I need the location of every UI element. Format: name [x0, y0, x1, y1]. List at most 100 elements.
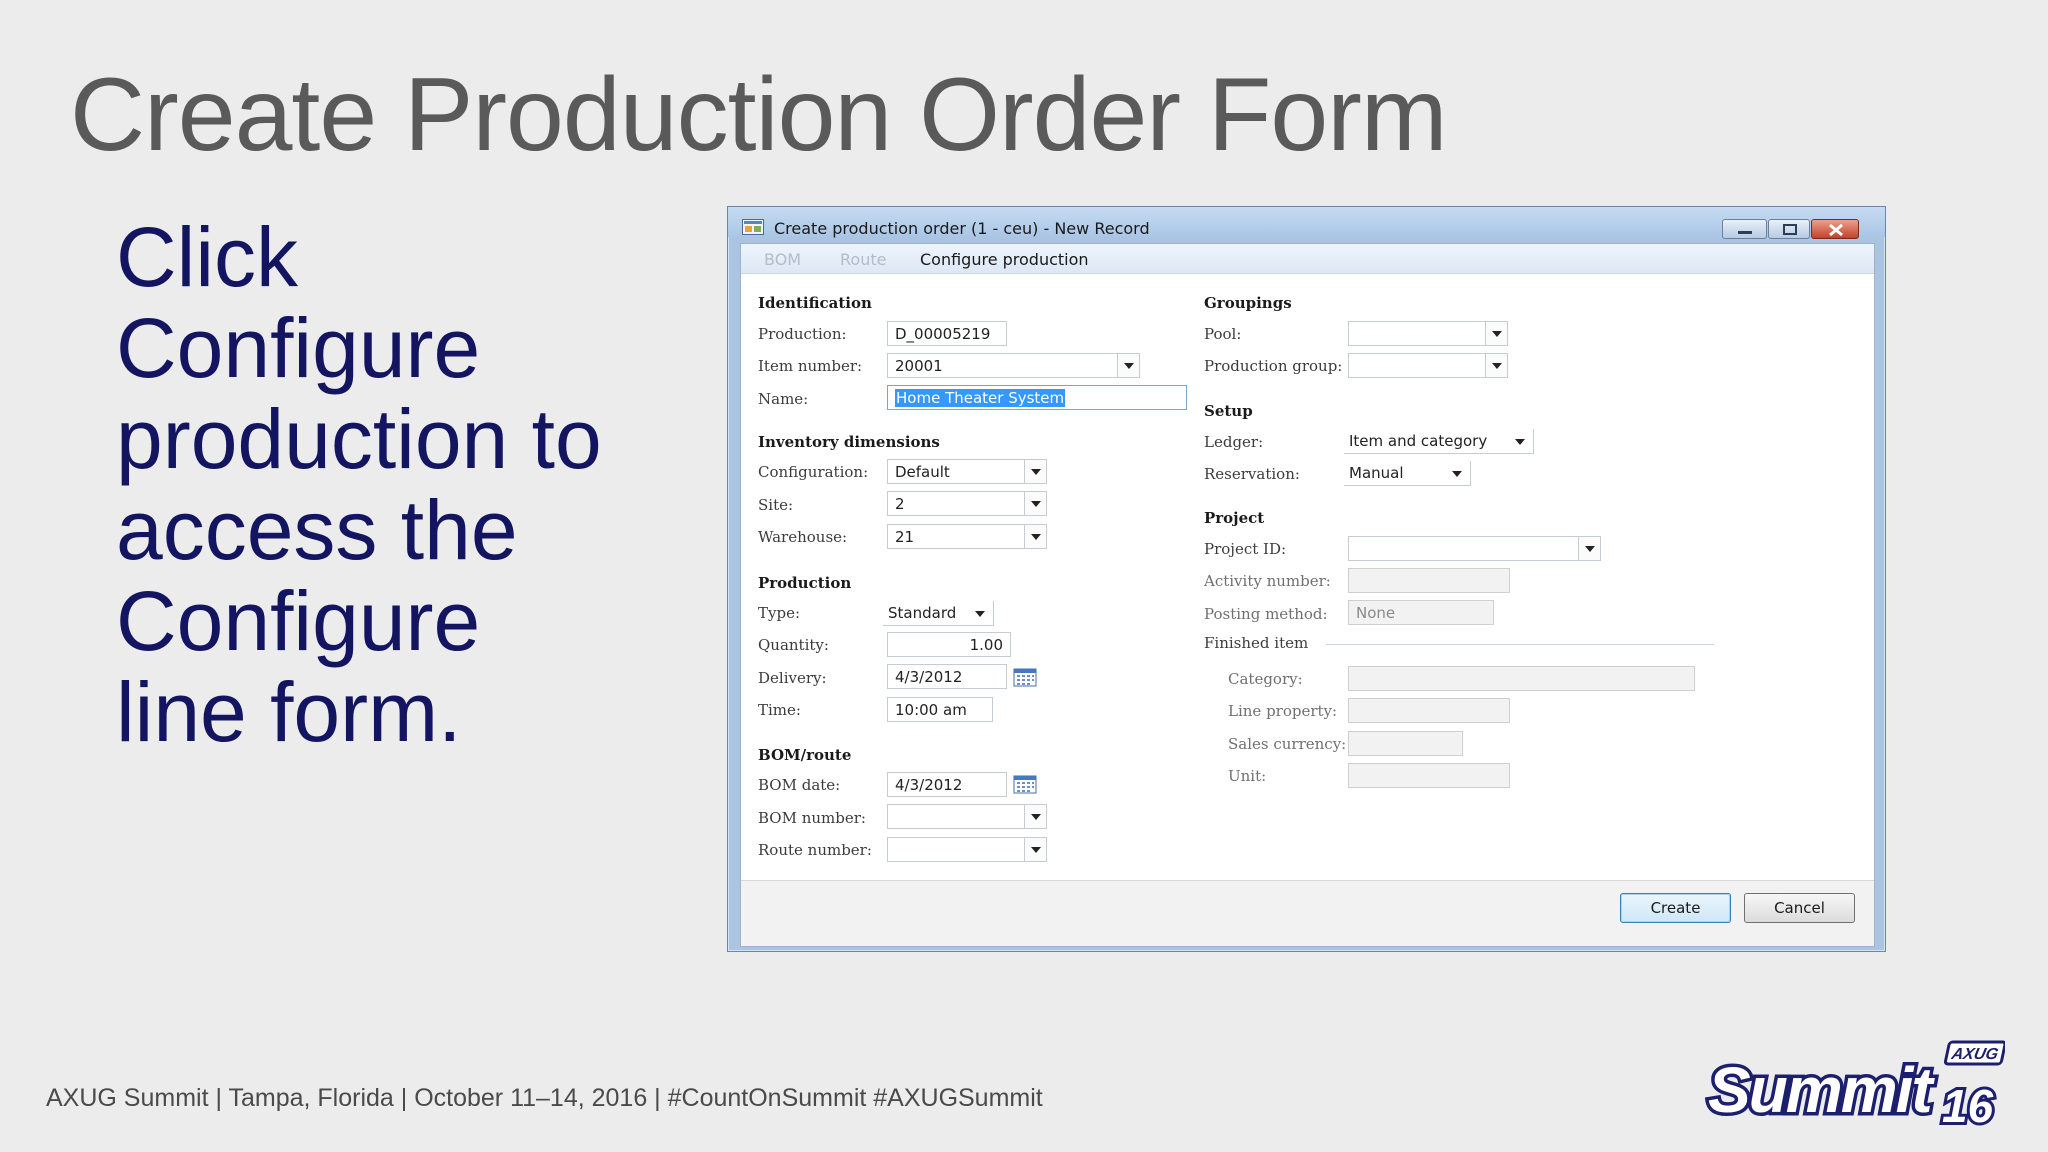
- posting-method-label: Posting method:: [1204, 605, 1328, 623]
- quantity-label: Quantity:: [758, 636, 829, 654]
- bom-number-field[interactable]: [887, 804, 1047, 829]
- production-group-label: Production group:: [1204, 357, 1343, 375]
- sales-currency-field[interactable]: [1348, 731, 1463, 756]
- instruction-line: line form.: [116, 665, 462, 759]
- site-label: Site:: [758, 496, 794, 514]
- pool-field[interactable]: [1348, 321, 1508, 346]
- production-group-field[interactable]: [1348, 353, 1508, 378]
- configuration-field[interactable]: Default: [887, 459, 1047, 484]
- category-label: Category:: [1228, 670, 1303, 688]
- site-value: 2: [895, 495, 905, 513]
- slide-footer: AXUG Summit | Tampa, Florida | October 1…: [46, 1084, 1043, 1112]
- axug-summit-logo: AXUG Summit 16: [1705, 1040, 2005, 1130]
- ledger-label: Ledger:: [1204, 433, 1264, 451]
- close-button[interactable]: [1811, 219, 1859, 239]
- instruction-text: Click Configure production to access the…: [116, 212, 676, 758]
- project-id-field[interactable]: [1348, 536, 1601, 561]
- section-project: Project: [1204, 509, 1265, 527]
- create-production-order-dialog: Create production order (1 - ceu) - New …: [727, 206, 1886, 952]
- type-combo[interactable]: Standard: [883, 601, 994, 626]
- site-field[interactable]: 2: [887, 491, 1047, 516]
- warehouse-field[interactable]: 21: [887, 524, 1047, 549]
- quantity-field[interactable]: 1.00: [887, 632, 1011, 657]
- menu-route[interactable]: Route: [840, 250, 886, 269]
- item-number-dropdown-icon[interactable]: [1117, 354, 1139, 377]
- maximize-icon: [1783, 224, 1797, 235]
- dialog-client-area: BOM Route Configure production Identific…: [740, 243, 1875, 947]
- category-field[interactable]: [1348, 666, 1695, 691]
- production-group-dropdown-icon[interactable]: [1485, 354, 1507, 377]
- warehouse-dropdown-icon[interactable]: [1024, 525, 1046, 548]
- bom-number-label: BOM number:: [758, 809, 866, 827]
- instruction-line: Configure: [116, 301, 481, 395]
- logo-badge-text: AXUG: [1949, 1045, 2000, 1063]
- activity-number-label: Activity number:: [1204, 572, 1331, 590]
- name-field[interactable]: Home Theater System: [887, 385, 1187, 410]
- reservation-combo[interactable]: Manual: [1344, 461, 1471, 486]
- finished-item-divider: [1326, 644, 1714, 645]
- reservation-dropdown-icon: [1452, 471, 1462, 477]
- logo-wordmark: Summit: [1708, 1054, 1935, 1126]
- section-setup: Setup: [1204, 402, 1253, 420]
- name-value: Home Theater System: [895, 389, 1066, 407]
- line-property-label: Line property:: [1228, 702, 1338, 720]
- calendar-icon[interactable]: [1013, 667, 1037, 687]
- cancel-button[interactable]: Cancel: [1744, 893, 1855, 923]
- calendar-icon[interactable]: [1013, 774, 1037, 794]
- posting-method-field[interactable]: None: [1348, 600, 1494, 625]
- section-production: Production: [758, 574, 852, 592]
- unit-field[interactable]: [1348, 763, 1510, 788]
- pool-label: Pool:: [1204, 325, 1242, 343]
- maximize-button[interactable]: [1768, 219, 1810, 239]
- type-dropdown-icon: [975, 611, 985, 617]
- dialog-menubar: BOM Route Configure production: [741, 244, 1874, 274]
- route-number-field[interactable]: [887, 837, 1047, 862]
- reservation-value: Manual: [1349, 464, 1404, 482]
- name-label: Name:: [758, 390, 809, 408]
- menu-bom[interactable]: BOM: [764, 250, 801, 269]
- pool-dropdown-icon[interactable]: [1485, 322, 1507, 345]
- section-groupings: Groupings: [1204, 294, 1292, 312]
- window-titlebar[interactable]: Create production order (1 - ceu) - New …: [728, 207, 1885, 239]
- create-button[interactable]: Create: [1620, 893, 1731, 923]
- time-field[interactable]: 10:00 am: [887, 697, 993, 722]
- route-number-dropdown-icon[interactable]: [1024, 838, 1046, 861]
- production-field[interactable]: D_00005219: [887, 321, 1007, 346]
- warehouse-value: 21: [895, 528, 915, 546]
- bom-date-field[interactable]: 4/3/2012: [887, 772, 1007, 797]
- type-value: Standard: [888, 604, 957, 622]
- ledger-dropdown-icon: [1515, 439, 1525, 445]
- sales-currency-label: Sales currency:: [1228, 735, 1347, 753]
- finished-item-heading: Finished item: [1204, 634, 1309, 652]
- bom-date-label: BOM date:: [758, 776, 841, 794]
- bom-number-dropdown-icon[interactable]: [1024, 805, 1046, 828]
- item-number-label: Item number:: [758, 357, 863, 375]
- configuration-label: Configuration:: [758, 463, 869, 481]
- reservation-label: Reservation:: [1204, 465, 1300, 483]
- instruction-line: Click: [116, 210, 298, 304]
- item-number-value: 20001: [895, 357, 943, 375]
- instruction-line: access the: [116, 483, 518, 577]
- minimize-icon: [1738, 231, 1752, 234]
- section-identification: Identification: [758, 294, 872, 312]
- activity-number-field[interactable]: [1348, 568, 1510, 593]
- warehouse-label: Warehouse:: [758, 528, 848, 546]
- delivery-field[interactable]: 4/3/2012: [887, 664, 1007, 689]
- menu-configure-production[interactable]: Configure production: [920, 250, 1089, 269]
- slide-title: Create Production Order Form: [70, 57, 1448, 173]
- minimize-button[interactable]: [1722, 219, 1767, 239]
- section-bom-route: BOM/route: [758, 746, 852, 764]
- ledger-combo[interactable]: Item and category: [1344, 429, 1534, 454]
- project-id-dropdown-icon[interactable]: [1578, 537, 1600, 560]
- route-number-label: Route number:: [758, 841, 872, 859]
- line-property-field[interactable]: [1348, 698, 1510, 723]
- close-icon: [1829, 223, 1843, 237]
- item-number-field[interactable]: 20001: [887, 353, 1140, 378]
- dialog-button-bar: Create Cancel: [741, 880, 1874, 946]
- site-dropdown-icon[interactable]: [1024, 492, 1046, 515]
- instruction-line: Configure: [116, 574, 481, 668]
- production-label: Production:: [758, 325, 847, 343]
- unit-label: Unit:: [1228, 767, 1267, 785]
- instruction-line: production to: [116, 392, 602, 486]
- configuration-dropdown-icon[interactable]: [1024, 460, 1046, 483]
